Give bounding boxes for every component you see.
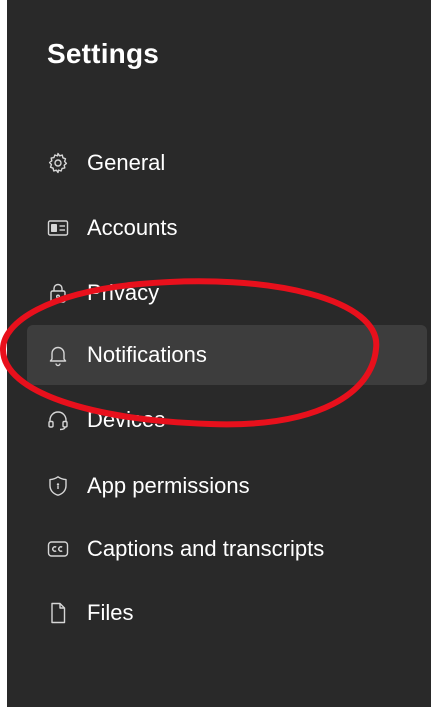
nav-item-label: Devices (87, 407, 166, 432)
settings-nav: General Accounts Privacy Notifications D… (7, 0, 431, 707)
id-card-icon (45, 215, 71, 241)
nav-item-label: Files (87, 600, 134, 625)
gear-icon (45, 150, 71, 176)
nav-item-label: General (87, 150, 166, 175)
nav-item-label: Notifications (87, 342, 207, 367)
nav-item-general[interactable]: General (27, 133, 427, 193)
nav-item-label: Accounts (87, 215, 178, 240)
file-icon (45, 600, 71, 626)
shield-icon (45, 473, 71, 499)
nav-item-accounts[interactable]: Accounts (27, 198, 427, 258)
nav-item-devices[interactable]: Devices (27, 390, 427, 450)
nav-item-notifications[interactable]: Notifications (27, 325, 427, 385)
nav-item-app-permissions[interactable]: App permissions (27, 456, 427, 516)
nav-item-label: App permissions (87, 473, 250, 498)
nav-item-files[interactable]: Files (27, 583, 427, 643)
lock-icon (45, 280, 71, 306)
nav-item-privacy[interactable]: Privacy (27, 263, 427, 323)
settings-panel: Settings General Accounts Privacy Notifi… (7, 0, 431, 707)
nav-item-captions-and-transcripts[interactable]: Captions and transcripts (27, 519, 427, 579)
nav-item-label: Captions and transcripts (87, 536, 325, 561)
closed-captions-icon (45, 536, 71, 562)
nav-item-label: Privacy (87, 280, 160, 305)
headset-icon (45, 407, 71, 433)
bell-icon (45, 342, 71, 368)
